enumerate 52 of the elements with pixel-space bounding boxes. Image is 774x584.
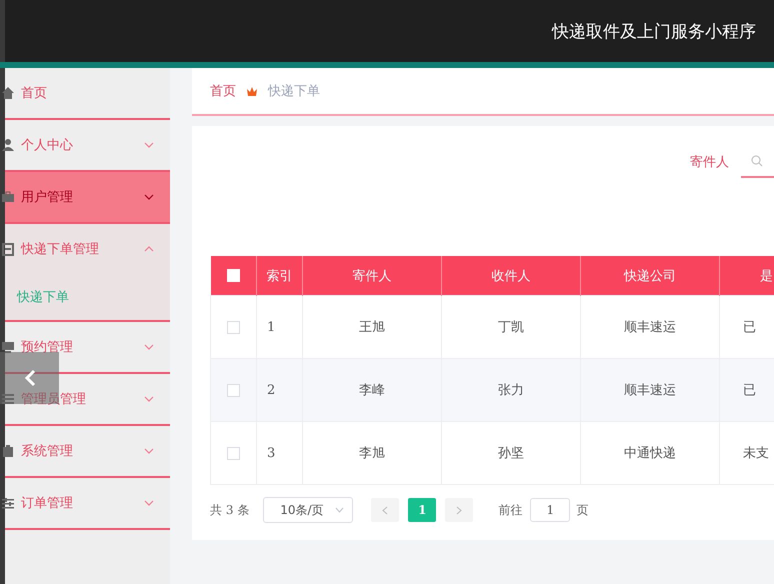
chevron-icon bbox=[382, 506, 388, 514]
table-cell: 张力 bbox=[442, 358, 580, 422]
column-header: 收件人 bbox=[442, 256, 580, 296]
sidebar-item[interactable]: 快递下单管理 bbox=[5, 224, 170, 274]
table-cell: 已 bbox=[720, 358, 774, 422]
search-label: 寄件人 bbox=[690, 154, 729, 171]
table-cell: 李旭 bbox=[302, 422, 442, 484]
home-icon bbox=[1, 86, 15, 100]
sidebar-item[interactable]: 用户管理 bbox=[5, 172, 170, 224]
table-cell: 顺丰速运 bbox=[580, 358, 720, 422]
briefcase-icon bbox=[1, 190, 15, 204]
submenu-item[interactable]: 快递下单 bbox=[5, 274, 170, 322]
collapse-button[interactable] bbox=[0, 352, 59, 404]
page-unit-label: 页 bbox=[576, 502, 588, 518]
goto-label: 前往 bbox=[498, 502, 522, 518]
select-all-checkbox[interactable] bbox=[226, 269, 240, 282]
breadcrumb-item[interactable]: 首页 bbox=[210, 82, 236, 100]
sliders-icon bbox=[1, 496, 15, 510]
sidebar-item[interactable]: 预约管理 bbox=[5, 322, 170, 374]
column-header: 是 bbox=[720, 256, 774, 296]
trash-icon bbox=[1, 444, 15, 458]
column-header: 索引 bbox=[256, 256, 302, 296]
next-page-button[interactable] bbox=[445, 498, 474, 522]
monitor-icon bbox=[1, 340, 15, 354]
row-checkbox[interactable] bbox=[227, 320, 240, 334]
column-header: 寄件人 bbox=[302, 256, 442, 296]
page-size-select[interactable]: 10条/页 bbox=[263, 497, 354, 523]
table-cell: 孙坚 bbox=[442, 422, 580, 484]
sidebar-item[interactable]: 首页 bbox=[5, 68, 170, 120]
person-icon bbox=[1, 138, 15, 152]
list-icon bbox=[1, 392, 15, 406]
sidebar-item[interactable]: 订单管理 bbox=[5, 478, 170, 530]
page-button[interactable]: 1 bbox=[408, 498, 436, 522]
breadcrumb-item: 快递下单 bbox=[268, 83, 320, 100]
clipboard-icon bbox=[1, 242, 15, 256]
table-cell: 3 bbox=[256, 422, 302, 484]
search-icon bbox=[751, 155, 763, 167]
sidebar-item[interactable]: 系统管理 bbox=[5, 426, 170, 478]
table-cell: 中通快递 bbox=[580, 422, 720, 484]
crown-icon bbox=[246, 86, 258, 96]
table-cell: 李峰 bbox=[302, 358, 442, 422]
app-title: 快递取件及上门服务小程序 bbox=[552, 20, 756, 42]
table-cell: 2 bbox=[256, 358, 302, 422]
chevron-icon bbox=[456, 506, 462, 514]
previous-page-button[interactable] bbox=[371, 498, 400, 522]
goto-page-field[interactable]: 1 bbox=[530, 498, 570, 522]
row-checkbox[interactable] bbox=[227, 446, 240, 460]
row-checkbox[interactable] bbox=[227, 384, 240, 397]
column-header: 快递公司 bbox=[580, 256, 720, 296]
chevron-icon bbox=[24, 369, 36, 387]
total-count: 共 3 条 bbox=[210, 502, 250, 518]
chevron-icon bbox=[335, 507, 344, 513]
